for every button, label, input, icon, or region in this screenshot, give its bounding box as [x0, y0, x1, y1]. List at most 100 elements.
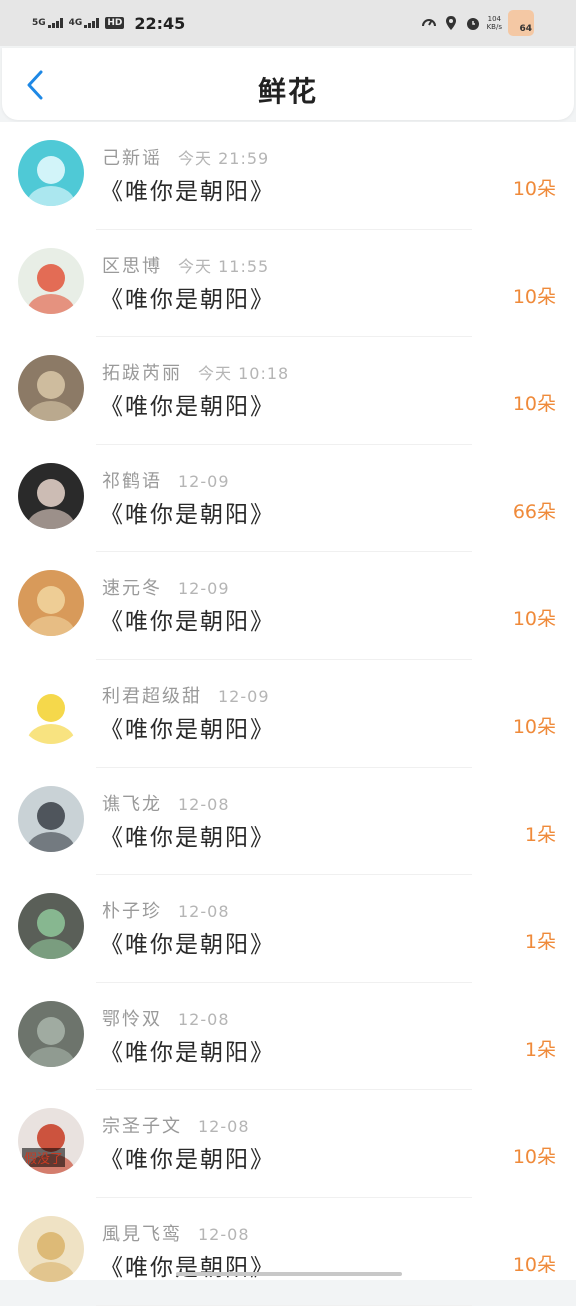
work-title: 《唯你是朝阳》: [100, 179, 275, 205]
avatar[interactable]: [18, 677, 84, 744]
item-meta: 区思博 今天 11:55: [102, 252, 269, 278]
list-item[interactable]: 速元冬 12-09 《唯你是朝阳》 10朵: [0, 552, 576, 660]
avatar[interactable]: [18, 140, 84, 206]
list-item[interactable]: 風見飞鸾 12-08 《唯你是朝阳》 10朵: [0, 1198, 576, 1306]
item-meta: 拓跋芮丽 今天 10:18: [102, 359, 289, 385]
avatar-image: [27, 586, 75, 637]
user-name: 谯飞龙: [102, 793, 162, 815]
work-title: 《唯你是朝阳》: [100, 1254, 275, 1281]
user-name: 祁鹤语: [102, 470, 162, 492]
net-speed: 104 KB/s: [487, 15, 502, 31]
avatar[interactable]: [18, 462, 84, 529]
avatar[interactable]: [18, 355, 84, 422]
status-right: 104 KB/s 64: [421, 10, 576, 36]
flower-count: 10朵: [512, 608, 556, 631]
net2-label: 4G: [68, 18, 83, 28]
send-time: 12-08: [178, 1009, 230, 1029]
status-left: 5G 4G HD 22:45: [32, 14, 185, 33]
item-meta: 宗圣子文 12-08: [102, 1112, 250, 1138]
flower-count: 66朵: [512, 500, 556, 523]
flower-count: 10朵: [512, 178, 556, 200]
home-indicator[interactable]: [176, 1272, 402, 1276]
user-name: 鄂怜双: [102, 1008, 162, 1030]
work-title: 《唯你是朝阳》: [100, 286, 275, 313]
page-title: 鲜花: [257, 75, 318, 108]
avatar-image: [27, 801, 75, 852]
list-item[interactable]: 朴子珍 12-08 《唯你是朝阳》 1朵: [0, 875, 576, 983]
work-title: 《唯你是朝阳》: [100, 824, 275, 851]
avatar-image: [27, 156, 75, 206]
user-name: 速元冬: [102, 578, 162, 600]
divider: [96, 1304, 472, 1306]
flower-count: 10朵: [512, 1253, 556, 1276]
list-item[interactable]: 祁鹤语 12-09 《唯你是朝阳》 66朵: [0, 445, 576, 553]
item-meta: 風見飞鸾 12-08: [102, 1220, 250, 1246]
list-item[interactable]: 区思博 今天 11:55 《唯你是朝阳》 10朵: [0, 230, 576, 338]
user-name: 区思博: [102, 255, 162, 277]
hd-icon: HD: [105, 17, 125, 29]
user-name: 宗圣子文: [102, 1116, 182, 1138]
avatar[interactable]: [18, 247, 84, 314]
item-meta: 谯飞龙 12-08: [102, 790, 230, 816]
send-time: 12-08: [198, 1117, 250, 1137]
flower-count: 1朵: [524, 931, 556, 954]
send-time: 今天 21:59: [178, 149, 270, 168]
item-meta: 祁鹤语 12-09: [102, 467, 230, 493]
send-time: 12-08: [178, 794, 230, 814]
avatar-image: [27, 263, 75, 314]
battery-icon: 64: [508, 10, 534, 36]
status-bar: 5G 4G HD 22:45 104 KB/s 64: [0, 0, 576, 46]
net-speed-value: 104: [487, 15, 501, 23]
signal-4g-icon: 4G: [69, 18, 100, 28]
list-item[interactable]: 拓跋芮丽 今天 10:18 《唯你是朝阳》 10朵: [0, 337, 576, 445]
avatar[interactable]: [18, 1000, 84, 1067]
top-app-bar: 鲜花: [2, 48, 574, 120]
avatar-image: [27, 478, 75, 529]
list-item[interactable]: 利君超级甜 12-09 《唯你是朝阳》 10朵: [0, 660, 576, 768]
user-name: 拓跋芮丽: [102, 363, 182, 385]
work-title: 《唯你是朝阳》: [100, 394, 275, 421]
avatar[interactable]: [18, 893, 84, 960]
work-title: 《唯你是朝阳》: [100, 501, 275, 528]
avatar-image: [27, 1231, 75, 1282]
send-time: 12-09: [178, 471, 230, 491]
flower-count: 10朵: [512, 715, 556, 738]
list-item[interactable]: 假没了 宗圣子文 12-08 《唯你是朝阳》 10朵: [0, 1090, 576, 1198]
user-name: 朴子珍: [102, 901, 162, 923]
signal-5g-icon: 5G: [32, 18, 63, 28]
flower-count: 10朵: [512, 285, 556, 308]
user-name: 風見飞鸾: [102, 1223, 182, 1245]
send-time: 12-08: [198, 1224, 250, 1244]
work-title: 《唯你是朝阳》: [100, 716, 275, 743]
status-time: 22:45: [134, 13, 186, 33]
work-title: 《唯你是朝阳》: [100, 932, 275, 959]
alarm-icon: [465, 15, 481, 31]
avatar[interactable]: [18, 1215, 84, 1282]
list-item[interactable]: 鄂怜双 12-08 《唯你是朝阳》 1朵: [0, 983, 576, 1091]
battery-level: 64: [519, 24, 532, 34]
send-time: 12-09: [178, 579, 230, 599]
avatar-caption: 假没了: [22, 1148, 66, 1168]
avatar-image: [27, 1016, 75, 1067]
flower-count: 1朵: [524, 823, 556, 846]
work-title: 《唯你是朝阳》: [100, 1147, 275, 1174]
flower-count: 10朵: [512, 393, 556, 416]
location-icon: [443, 15, 459, 31]
list-item[interactable]: 己新谣 今天 21:59 《唯你是朝阳》 10朵: [0, 122, 576, 230]
work-title: 《唯你是朝阳》: [100, 609, 275, 636]
avatar[interactable]: [18, 570, 84, 637]
avatar[interactable]: [18, 785, 84, 852]
send-time: 12-09: [218, 686, 270, 706]
item-meta: 己新谣 今天 21:59: [102, 144, 269, 170]
flower-list: 己新谣 今天 21:59 《唯你是朝阳》 10朵 区思博 今天 11:55 《唯…: [0, 122, 576, 1306]
user-name: 利君超级甜: [102, 685, 202, 707]
work-title: 《唯你是朝阳》: [100, 1039, 275, 1066]
net1-label: 5G: [32, 18, 46, 28]
speedometer-icon: [421, 15, 437, 31]
avatar[interactable]: 假没了: [18, 1108, 84, 1175]
list-item[interactable]: 谯飞龙 12-08 《唯你是朝阳》 1朵: [0, 768, 576, 876]
avatar-image: [27, 371, 75, 422]
avatar-image: [27, 909, 75, 960]
send-time: 今天 11:55: [178, 256, 270, 276]
item-meta: 利君超级甜 12-09: [102, 682, 270, 708]
